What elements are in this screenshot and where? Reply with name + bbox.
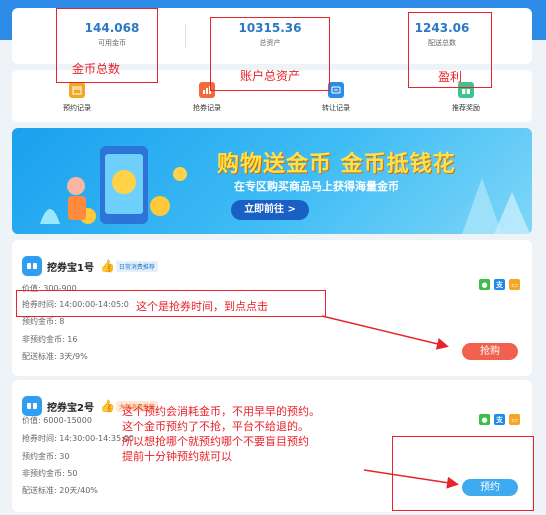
arrow-to-grab-button <box>321 315 449 350</box>
arrow-to-reserve-button <box>363 469 459 489</box>
annotation-arrows <box>321 315 459 489</box>
